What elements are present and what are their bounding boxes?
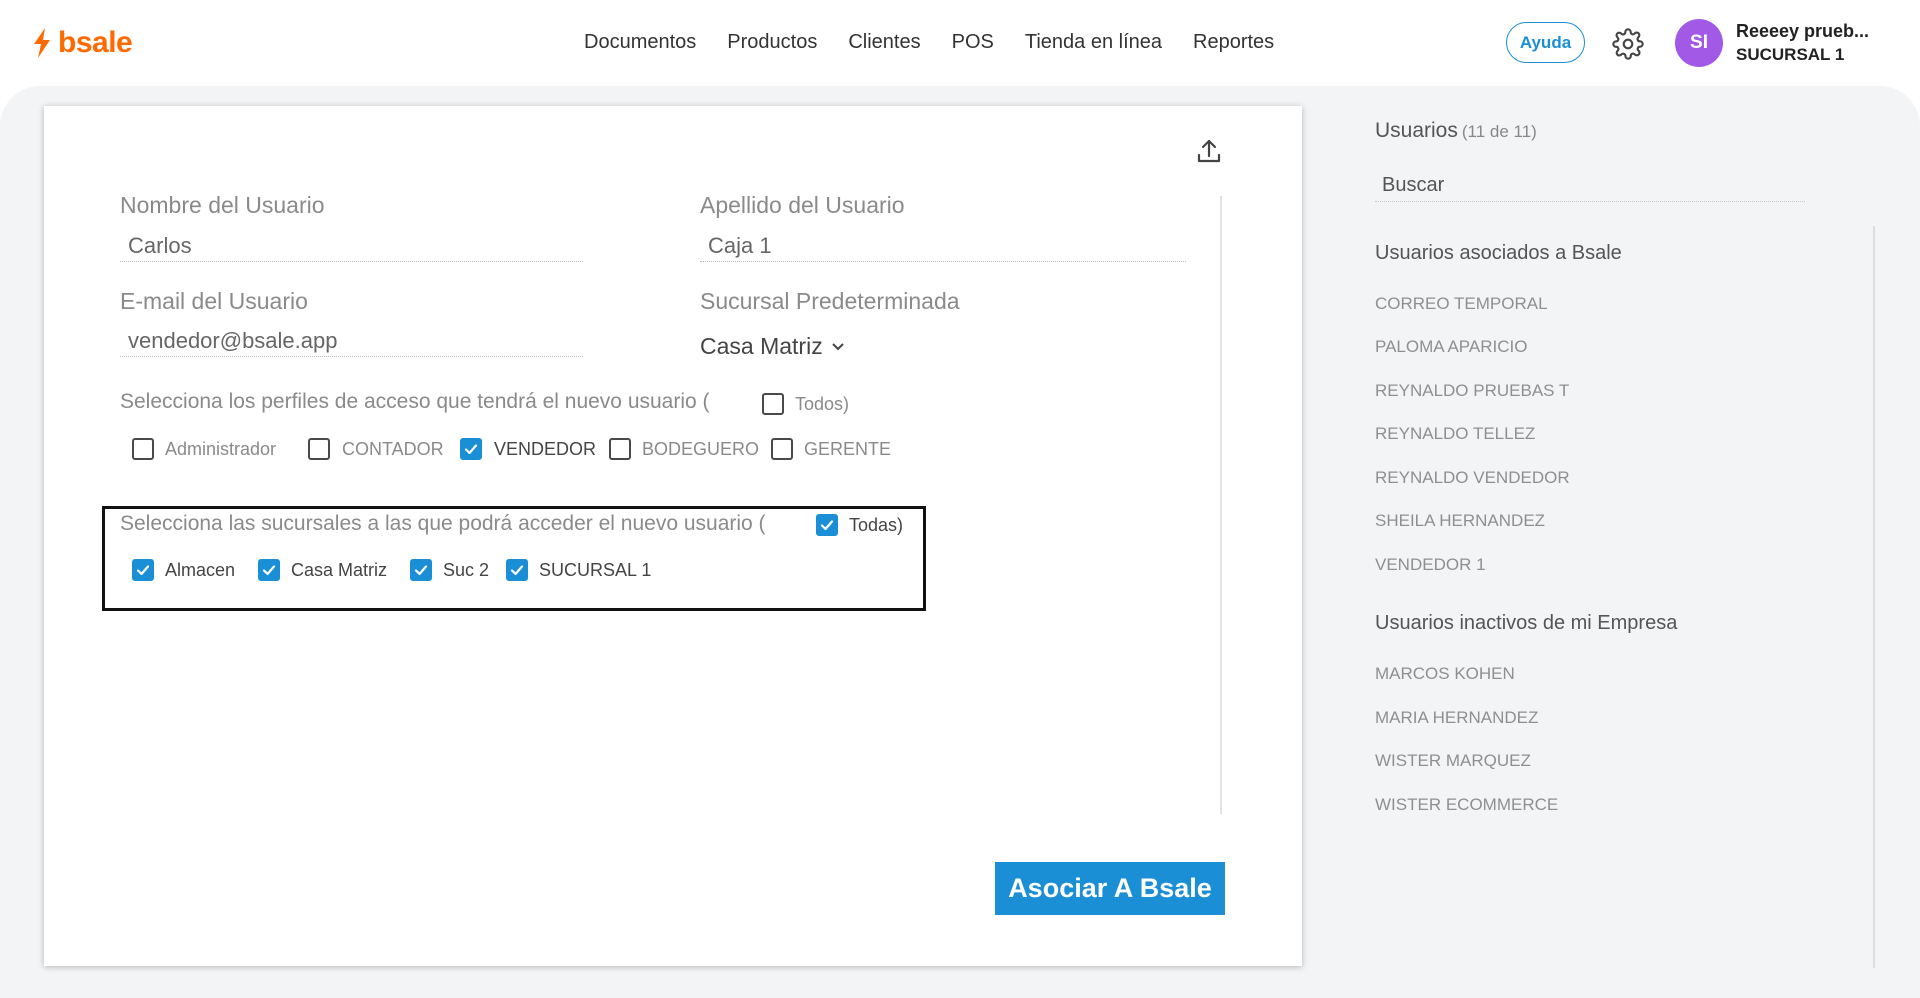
users-panel-title: Usuarios (11 de 11)	[1375, 119, 1537, 143]
profile-label-vendedor: VENDEDOR	[494, 439, 597, 459]
avatar[interactable]: SI	[1675, 19, 1723, 67]
user-list-item[interactable]: SHEILA HERNANDEZ	[1375, 511, 1545, 531]
help-button[interactable]: Ayuda	[1506, 22, 1585, 63]
inactive-user-item[interactable]: MARIA HERNANDEZ	[1375, 708, 1538, 728]
chevron-down-icon	[831, 342, 844, 350]
associated-users-title: Usuarios asociados a Bsale	[1375, 242, 1622, 264]
first-name-underline	[120, 261, 583, 262]
default-branch-select[interactable]: Casa Matriz	[700, 333, 845, 360]
users-panel-scrollbar[interactable]	[1873, 226, 1875, 968]
user-name[interactable]: Reeeey prueb...	[1736, 21, 1869, 42]
profile-checkbox-gerente[interactable]	[771, 438, 793, 460]
email-field[interactable]: vendedor@bsale.app	[128, 328, 337, 354]
profile-checkbox-vendedor[interactable]	[460, 438, 482, 460]
inactive-users-title: Usuarios inactivos de mi Empresa	[1375, 612, 1678, 634]
user-list-item[interactable]: VENDEDOR 1	[1375, 555, 1486, 575]
user-search-input[interactable]: Buscar	[1382, 174, 1444, 197]
search-underline	[1375, 201, 1805, 202]
check-icon	[464, 444, 478, 455]
branches-prompt: Selecciona las sucursales a las que podr…	[120, 512, 766, 535]
branch-checkbox-suc-2[interactable]	[410, 559, 432, 581]
branch-checkbox-casa-matriz[interactable]	[258, 559, 280, 581]
inactive-user-item[interactable]: WISTER MARQUEZ	[1375, 751, 1531, 771]
inactive-user-item[interactable]: WISTER ECOMMERCE	[1375, 795, 1558, 815]
profile-label-contador: CONTADOR	[342, 439, 444, 459]
users-title: Usuarios	[1375, 119, 1458, 142]
profile-label-gerente: GERENTE	[804, 439, 892, 459]
email-label: E-mail del Usuario	[120, 288, 308, 314]
first-name-label: Nombre del Usuario	[120, 192, 325, 218]
profiles-prompt: Selecciona los perfiles de acceso que te…	[120, 390, 710, 413]
profile-checkbox-bodeguero[interactable]	[609, 438, 631, 460]
top-bar: bsale Documentos Productos Clientes POS …	[0, 0, 1920, 86]
branch-label-casa-matriz: Casa Matriz	[291, 560, 388, 580]
bolt-icon	[34, 28, 50, 58]
form-divider	[1220, 196, 1222, 814]
nav-reportes[interactable]: Reportes	[1193, 31, 1274, 54]
profile-checkbox-contador[interactable]	[308, 438, 330, 460]
branch-checkbox-almacen[interactable]	[132, 559, 154, 581]
user-list-item[interactable]: REYNALDO TELLEZ	[1375, 424, 1535, 444]
check-icon	[820, 520, 834, 531]
inactive-user-item[interactable]: MARCOS KOHEN	[1375, 664, 1515, 684]
users-count: (11 de 11)	[1461, 122, 1537, 141]
profile-label-administrador: Administrador	[165, 439, 277, 459]
profile-label-bodeguero: BODEGUERO	[642, 439, 760, 459]
associate-bsale-button[interactable]: Asociar A Bsale	[995, 862, 1225, 915]
nav-tienda-en-linea[interactable]: Tienda en línea	[1025, 31, 1162, 54]
branches-all-label: Todas)	[849, 515, 904, 535]
default-branch-value: Casa Matriz	[700, 333, 823, 359]
profiles-all-checkbox[interactable]	[762, 393, 784, 415]
user-list-item[interactable]: CORREO TEMPORAL	[1375, 294, 1548, 314]
user-list-item[interactable]: PALOMA APARICIO	[1375, 337, 1527, 357]
bsale-logo[interactable]: bsale	[30, 26, 133, 60]
upload-icon[interactable]	[1194, 136, 1224, 166]
profiles-all-label: Todos)	[795, 394, 850, 414]
nav-clientes[interactable]: Clientes	[848, 31, 920, 54]
branches-all-checkbox[interactable]	[816, 514, 838, 536]
user-list-item[interactable]: REYNALDO PRUEBAS T	[1375, 381, 1569, 401]
check-icon	[136, 565, 150, 576]
default-branch-label: Sucursal Predeterminada	[700, 288, 960, 314]
last-name-field[interactable]: Caja 1	[708, 233, 772, 259]
check-icon	[262, 565, 276, 576]
branch-checkbox-sucursal-1[interactable]	[506, 559, 528, 581]
gear-icon[interactable]	[1612, 28, 1644, 60]
last-name-label: Apellido del Usuario	[700, 192, 905, 218]
branch-label-almacen: Almacen	[165, 560, 236, 580]
branch-label-sucursal-1: SUCURSAL 1	[539, 560, 652, 580]
nav-productos[interactable]: Productos	[727, 31, 817, 54]
last-name-underline	[700, 261, 1186, 262]
nav-pos[interactable]: POS	[952, 31, 994, 54]
first-name-field[interactable]: Carlos	[128, 233, 192, 259]
check-icon	[414, 565, 428, 576]
nav-documentos[interactable]: Documentos	[584, 31, 696, 54]
branch-label-suc-2: Suc 2	[443, 560, 490, 580]
brand-name: bsale	[58, 26, 133, 59]
email-underline	[120, 356, 583, 357]
main-nav: Documentos Productos Clientes POS Tienda…	[584, 31, 1305, 54]
user-branch: SUCURSAL 1	[1736, 45, 1845, 64]
check-icon	[510, 565, 524, 576]
user-list-item[interactable]: REYNALDO VENDEDOR	[1375, 468, 1570, 488]
profile-checkbox-administrador[interactable]	[132, 438, 154, 460]
